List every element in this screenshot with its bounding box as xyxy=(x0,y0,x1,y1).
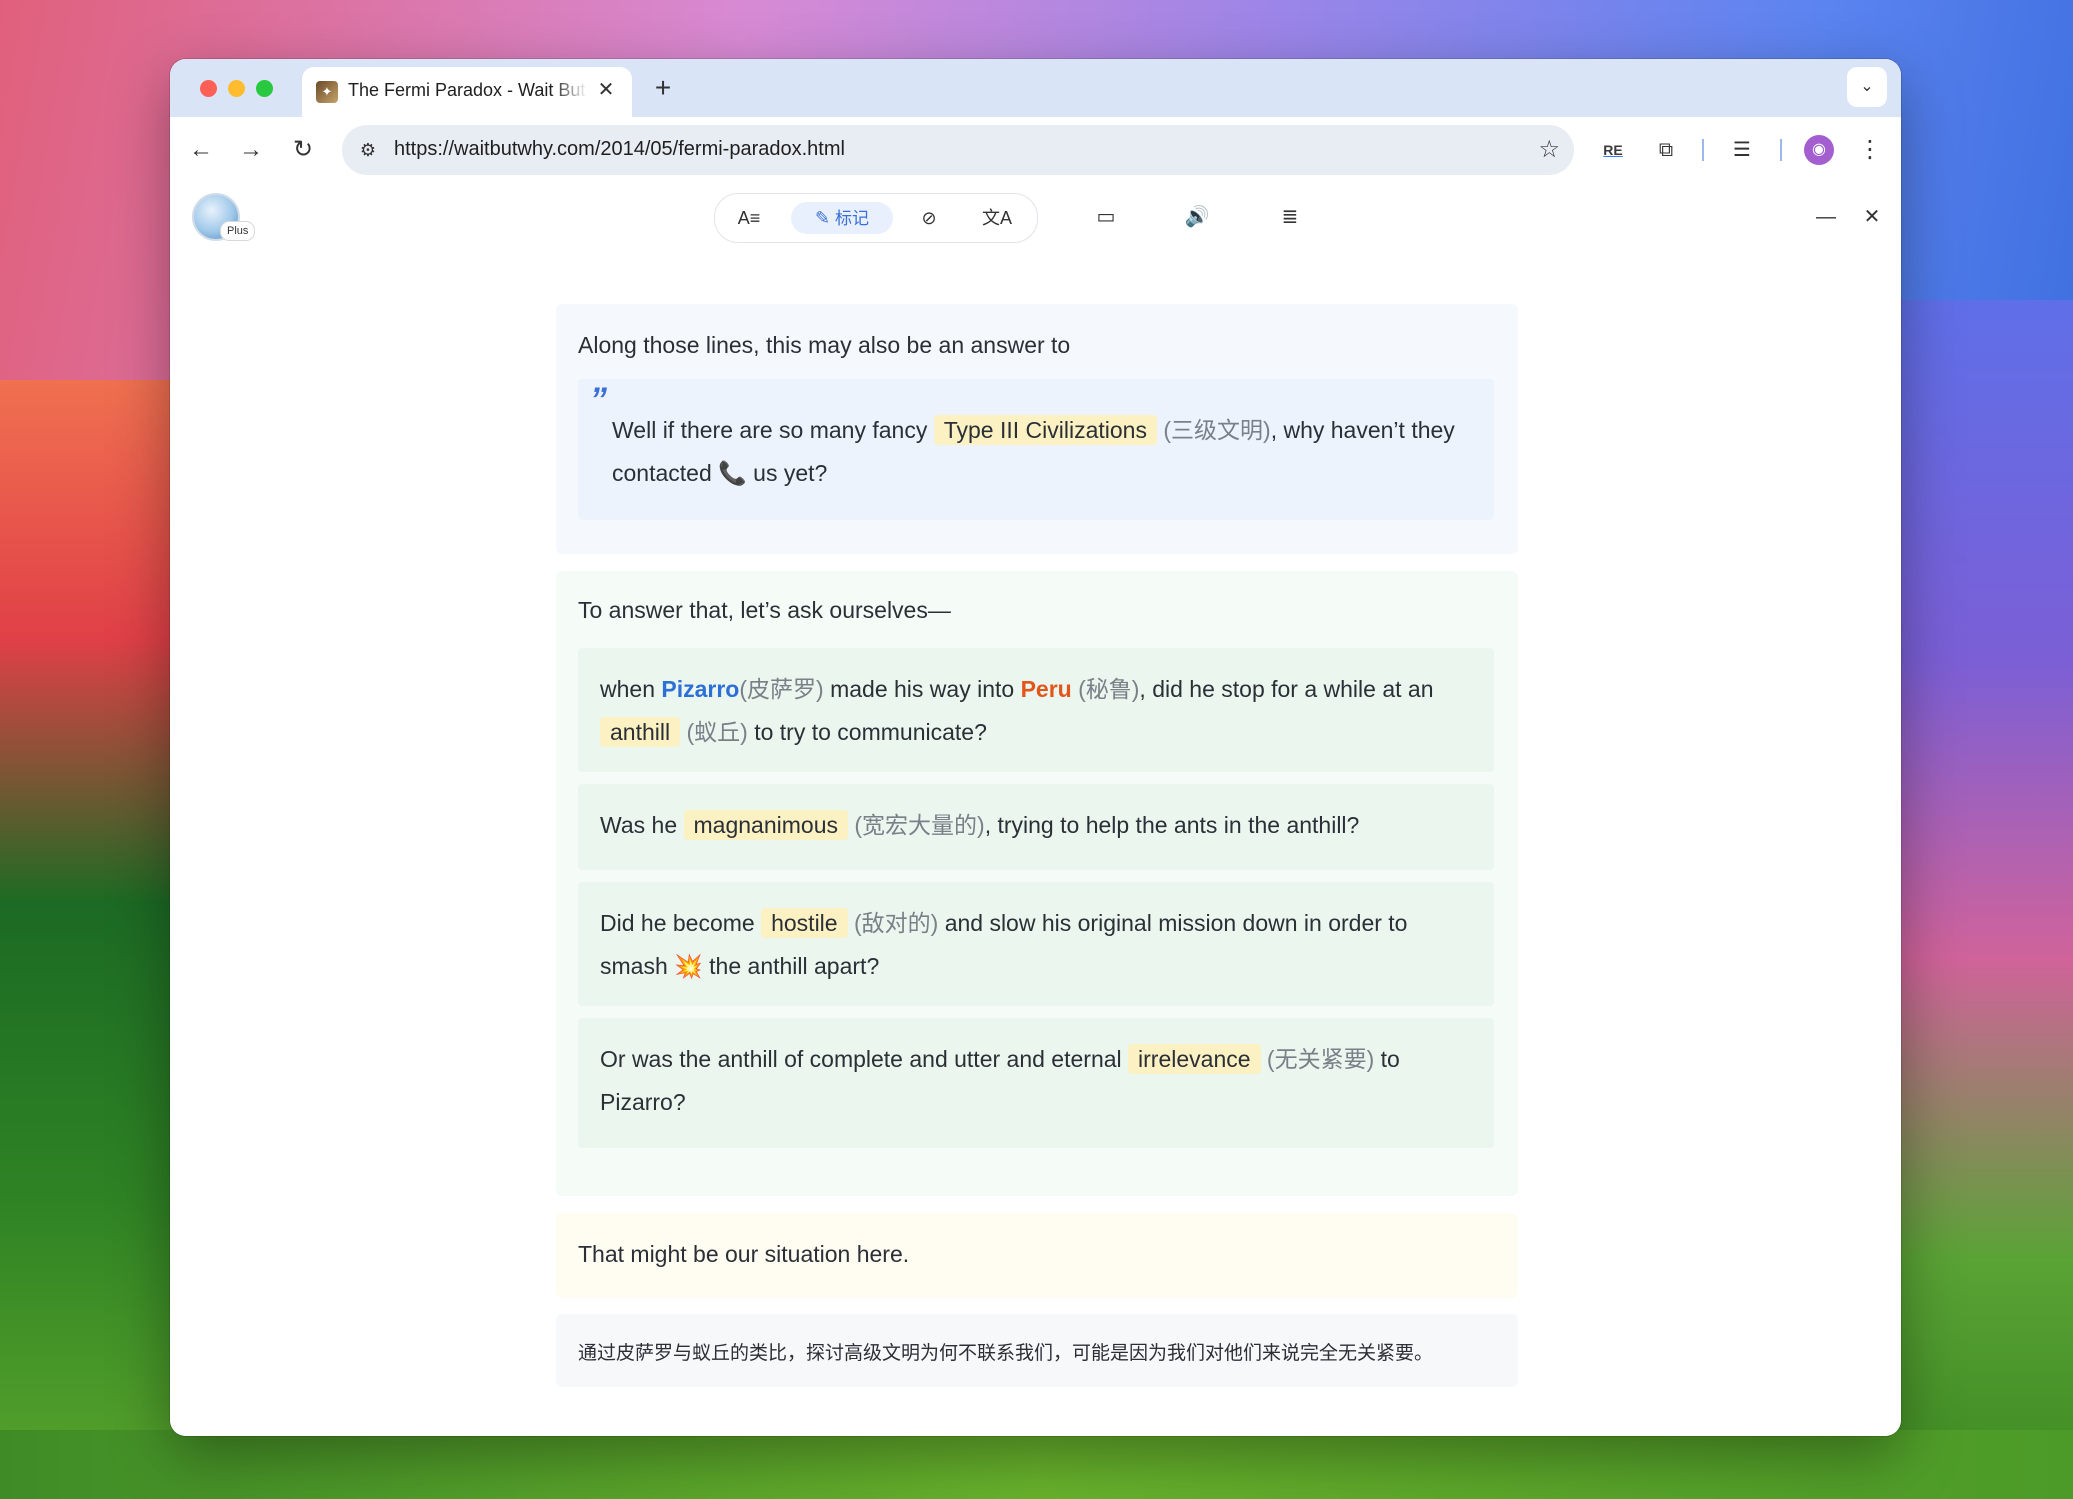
text-run: Was he xyxy=(600,812,678,838)
puzzle-icon[interactable]: ⧉ xyxy=(1647,131,1685,169)
highlight-term[interactable]: hostile xyxy=(761,908,848,938)
term-translation: (秘鲁) xyxy=(1078,676,1140,702)
link-chain-icon[interactable]: ⊘ xyxy=(911,202,947,234)
speaker-icon[interactable]: 🔊 xyxy=(1181,201,1213,233)
list-item: Did he become hostile (敌对的) and slow his… xyxy=(578,882,1494,1006)
minimize-window-button[interactable] xyxy=(228,80,245,97)
highlight-term[interactable]: Type III Civilizations xyxy=(933,415,1157,445)
comment-icon[interactable]: ▭ xyxy=(1090,201,1122,233)
new-tab-button[interactable]: + xyxy=(646,71,680,105)
person-name[interactable]: Pizarro xyxy=(661,676,739,702)
item-text: Did he become hostile (敌对的) and slow his… xyxy=(600,902,1470,988)
tab-search-chevron-down-icon[interactable]: ⌄ xyxy=(1847,67,1887,107)
text-run: Did he become xyxy=(600,910,755,936)
close-window-button[interactable] xyxy=(200,80,217,97)
place-name[interactable]: Peru xyxy=(1021,676,1072,702)
minimize-icon[interactable]: — xyxy=(1810,201,1842,233)
translate-icon[interactable]: 文A xyxy=(979,202,1015,234)
blockquote: ” Well if there are so many fancy Type I… xyxy=(578,379,1494,520)
text-run: Or was the anthill of complete and utter… xyxy=(600,1046,1122,1072)
url-text[interactable]: https://waitbutwhy.com/2014/05/fermi-par… xyxy=(394,138,845,161)
collision-icon: 💥 xyxy=(674,953,703,979)
term-translation: (宽宏大量的) xyxy=(854,812,985,838)
text-run: , did he stop for a while at an xyxy=(1139,676,1434,702)
highlight-term[interactable]: anthill xyxy=(600,717,681,747)
highlight-term[interactable]: magnanimous xyxy=(683,810,848,840)
profile-avatar[interactable]: ◉ xyxy=(1804,135,1834,165)
summary-text: 通过皮萨罗与蚁丘的类比，探讨高级文明为何不联系我们，可能是因为我们对他们来说完全… xyxy=(578,1343,1434,1364)
paragraph-card-quote: Along those lines, this may also be an a… xyxy=(556,304,1518,554)
phone-icon: 📞 xyxy=(718,460,747,486)
item-text: when Pizarro(皮萨罗) made his way into Peru… xyxy=(600,668,1470,754)
reader-toolbar: Plus A≡ ✎ 标记 ⊘ 文A ▭ 🔊 ≣ — ✕ xyxy=(170,183,1901,252)
term-translation: (三级文明) xyxy=(1163,417,1271,443)
closing-text: That might be our situation here. xyxy=(578,1241,910,1267)
list-item: Or was the anthill of complete and utter… xyxy=(578,1018,1494,1148)
text-style-icon[interactable]: A≡ xyxy=(731,202,767,234)
text-run: when xyxy=(600,676,655,702)
re-extension-icon[interactable]: RE xyxy=(1594,131,1632,169)
more-menu-icon[interactable]: ⋮ xyxy=(1858,131,1882,169)
mark-mode-label: 标记 xyxy=(835,209,870,228)
address-bar[interactable]: ⚙ https://waitbutwhy.com/2014/05/fermi-p… xyxy=(342,125,1574,175)
quote-pre: Well if there are so many fancy xyxy=(612,417,928,443)
quote-post2: us yet? xyxy=(753,460,828,486)
list-item: Was he magnanimous (宽宏大量的), trying to he… xyxy=(578,784,1494,870)
wallpaper-bottom xyxy=(0,1430,2073,1499)
quote-text: Well if there are so many fancy Type III… xyxy=(612,409,1482,495)
tab-close-icon[interactable]: ✕ xyxy=(592,76,620,104)
item-text: Or was the anthill of complete and utter… xyxy=(600,1038,1470,1124)
browser-window: ✦ The Fermi Paradox - Wait But Why ✕ + ⌄… xyxy=(170,59,1901,1436)
quote-mark-icon: ” xyxy=(590,381,607,419)
item-text: Was he magnanimous (宽宏大量的), trying to he… xyxy=(600,804,1470,847)
reader-mode-group: A≡ ✎ 标记 ⊘ 文A xyxy=(714,193,1038,243)
term-translation: (蚁丘) xyxy=(686,719,748,745)
zoom-window-button[interactable] xyxy=(256,80,273,97)
mark-mode-button[interactable]: ✎ 标记 xyxy=(791,202,893,234)
browser-toolbar: ← → ↻ ⚙ https://waitbutwhy.com/2014/05/f… xyxy=(170,117,1901,183)
ai-summary-card: 通过皮萨罗与蚁丘的类比，探讨高级文明为何不联系我们，可能是因为我们对他们来说完全… xyxy=(556,1314,1518,1387)
text-run: , trying to help the ants in the anthill… xyxy=(984,812,1360,838)
back-arrow-icon[interactable]: ← xyxy=(182,131,220,169)
intro-text: Along those lines, this may also be an a… xyxy=(578,332,1071,358)
paragraph-card-questions: To answer that, let’s ask ourselves— whe… xyxy=(556,571,1518,1196)
close-icon[interactable]: ✕ xyxy=(1856,201,1888,233)
term-translation: (敌对的) xyxy=(853,910,939,936)
tab-active[interactable]: ✦ The Fermi Paradox - Wait But Why ✕ xyxy=(302,67,632,117)
lead-text: To answer that, let’s ask ourselves— xyxy=(578,597,951,623)
highlight-term[interactable]: irrelevance xyxy=(1128,1044,1261,1074)
term-translation: (无关紧要) xyxy=(1266,1046,1375,1072)
toolbar-divider xyxy=(1780,139,1782,161)
text-run: to try to communicate? xyxy=(754,719,987,745)
site-info-icon[interactable]: ⚙ xyxy=(354,136,382,164)
toolbar-divider xyxy=(1702,139,1704,161)
forward-arrow-icon[interactable]: → xyxy=(232,131,270,169)
plus-badge: Plus xyxy=(220,221,256,241)
bookmark-star-icon[interactable]: ☆ xyxy=(1538,135,1560,165)
list-item: when Pizarro(皮萨罗) made his way into Peru… xyxy=(578,648,1494,772)
tab-title: The Fermi Paradox - Wait But Why xyxy=(348,80,588,100)
reader-content: Along those lines, this may also be an a… xyxy=(170,251,1901,1436)
term-translation: (皮萨罗) xyxy=(739,676,824,702)
site-favicon-icon: ✦ xyxy=(316,81,338,103)
text-run: the anthill apart? xyxy=(709,953,880,979)
playlist-icon[interactable]: ≣ xyxy=(1274,201,1306,233)
reload-icon[interactable]: ↻ xyxy=(284,131,322,169)
tab-bar: ✦ The Fermi Paradox - Wait But Why ✕ + ⌄ xyxy=(170,59,1901,117)
paragraph-card-closing: That might be our situation here. xyxy=(556,1213,1518,1298)
text-run: made his way into xyxy=(830,676,1015,702)
reading-list-icon[interactable]: ☰ xyxy=(1723,131,1761,169)
